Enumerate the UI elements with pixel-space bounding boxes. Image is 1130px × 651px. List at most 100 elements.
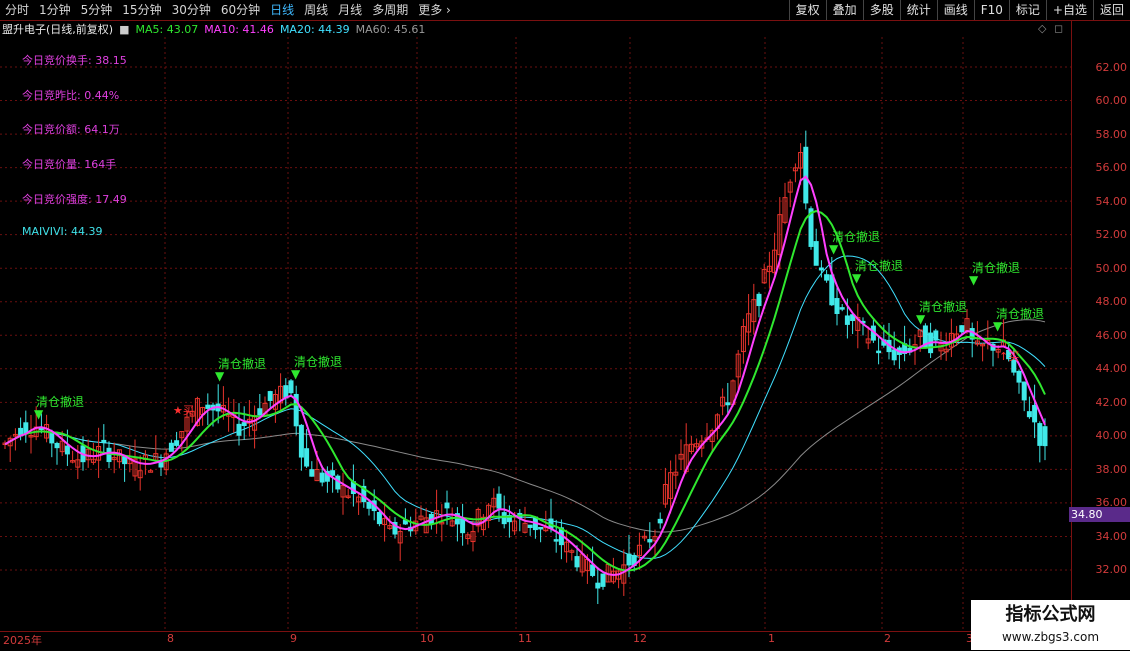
date-tick: 11 <box>518 632 532 645</box>
tab-weekly[interactable]: 周线 <box>299 0 333 20</box>
candle-body <box>574 556 580 568</box>
candle-body <box>64 445 70 455</box>
signal-clear: 清仓撤退 <box>218 355 266 372</box>
signal-clear: 清仓撤退 <box>855 257 903 274</box>
tab-multi-period[interactable]: 多周期 <box>367 0 413 20</box>
mark-button[interactable]: 标记 <box>1008 0 1046 20</box>
candle-body <box>106 447 112 463</box>
settings-diamond-icon[interactable]: ◇ <box>1038 22 1046 35</box>
price-tick: 44.00 <box>1095 362 1128 375</box>
ma-info-bar: 盟升电子(日线,前复权) ■ MA5: 43.07 MA10: 41.46 MA… <box>0 21 431 37</box>
period-tabs: 分时 1分钟 5分钟 15分钟 30分钟 60分钟 日线 周线 月线 多周期 更… <box>0 0 456 20</box>
candlestick-chart[interactable] <box>0 37 1071 631</box>
tab-30min[interactable]: 30分钟 <box>167 0 216 20</box>
ma5-value: MA5: 43.07 <box>135 22 199 36</box>
chevron-right-icon: › <box>446 3 451 17</box>
tab-60min[interactable]: 60分钟 <box>216 0 265 20</box>
signal-clear-arrow: ▼ <box>291 367 301 381</box>
candle-body <box>876 350 882 354</box>
overlay-button[interactable]: 叠加 <box>825 0 863 20</box>
tab-daily[interactable]: 日线 <box>265 0 299 20</box>
signal-clear-arrow: ▼ <box>829 242 839 256</box>
draw-line-button[interactable]: 画线 <box>936 0 974 20</box>
buy-label: 买 <box>1008 350 1020 363</box>
auction-amount: 今日竞价额: 64.1万 <box>22 123 120 136</box>
candle-body <box>496 493 502 509</box>
multi-stock-button[interactable]: 多股 <box>862 0 900 20</box>
candle-body <box>366 501 372 509</box>
candle-body <box>444 502 450 509</box>
candle-body <box>101 439 107 444</box>
candle-body <box>756 293 762 307</box>
candle-body <box>626 553 632 566</box>
candle-body <box>376 511 382 525</box>
price-tick: 42.00 <box>1095 396 1128 409</box>
ma-dropdown-icon[interactable]: ■ <box>119 23 129 36</box>
statistics-button[interactable]: 统计 <box>899 0 937 20</box>
price-tick: 58.00 <box>1095 128 1128 141</box>
toolbar: 分时 1分钟 5分钟 15分钟 30分钟 60分钟 日线 周线 月线 多周期 更… <box>0 0 1130 21</box>
candle-body <box>657 518 663 524</box>
restore-rights-button[interactable]: 复权 <box>788 0 826 20</box>
price-tick: 62.00 <box>1095 61 1128 74</box>
candle-body <box>168 442 174 452</box>
settings-square-icon[interactable]: ◻ <box>1054 22 1063 35</box>
signal-label: 清仓撤退 <box>972 261 1021 275</box>
candle-body <box>538 526 544 530</box>
candle-body <box>553 539 559 542</box>
date-tick: 8 <box>167 632 174 645</box>
tab-1min[interactable]: 1分钟 <box>34 0 76 20</box>
candle-body <box>236 423 242 436</box>
price-tick: 34.00 <box>1095 530 1128 543</box>
f10-button[interactable]: F10 <box>973 0 1009 20</box>
signal-clear: 清仓撤退 <box>972 259 1020 276</box>
candle-body <box>891 349 897 361</box>
candle-body <box>527 524 533 529</box>
tab-more[interactable]: 更多 › <box>413 0 456 20</box>
candle-body <box>174 440 180 446</box>
tab-5min[interactable]: 5分钟 <box>76 0 118 20</box>
tab-more-label: 更多 <box>418 3 443 17</box>
candle-body <box>647 539 653 543</box>
date-tick: 2025年 <box>3 634 42 647</box>
signal-clear-arrow: ▼ <box>969 273 979 287</box>
candle-body <box>283 385 289 399</box>
signal-clear: 清仓撤退 <box>996 305 1044 322</box>
candle-body <box>839 307 845 310</box>
candle-body <box>1037 423 1043 446</box>
tab-15min[interactable]: 15分钟 <box>117 0 166 20</box>
signal-clear: 清仓撤退 <box>294 353 342 370</box>
signal-clear-arrow: ▼ <box>215 369 225 383</box>
auction-strength: 今日竞价强度: 17.49 <box>22 193 127 206</box>
price-axis: 62.00 60.00 58.00 56.00 54.00 52.00 50.0… <box>1071 20 1130 631</box>
price-tick: 48.00 <box>1095 295 1128 308</box>
signal-clear: 清仓撤退 <box>832 228 880 245</box>
auction-ratio: 今日竞昨比: 0.44% <box>22 89 120 102</box>
candle-body <box>818 267 824 271</box>
signal-clear-arrow: ▼ <box>916 312 926 326</box>
candle-body <box>1021 381 1027 401</box>
signal-clear-arrow: ▼ <box>993 319 1003 333</box>
candle-body <box>725 402 731 406</box>
price-tick: 46.00 <box>1095 329 1128 342</box>
date-axis: 2025年 8 9 10 11 12 1 2 3 <box>0 631 1071 651</box>
chart-grid <box>0 37 1071 631</box>
candle-body <box>1016 370 1022 383</box>
tab-monthly[interactable]: 月线 <box>333 0 367 20</box>
candle-body <box>501 512 507 525</box>
signal-label: 清仓撤退 <box>919 300 968 314</box>
candle-body <box>590 564 596 576</box>
back-button[interactable]: 返回 <box>1092 0 1130 20</box>
signal-clear-arrow: ▼ <box>852 271 862 285</box>
candle-body <box>267 391 273 401</box>
candle-body <box>1032 404 1038 423</box>
candle-body <box>1042 426 1048 447</box>
current-price-marker: 34.80 <box>1069 507 1130 522</box>
price-tick: 50.00 <box>1095 262 1128 275</box>
tab-timeshare[interactable]: 分时 <box>0 0 34 20</box>
signal-label: 清仓撤退 <box>996 307 1045 321</box>
candle-body <box>959 325 965 333</box>
add-watchlist-button[interactable]: +自选 <box>1045 0 1093 20</box>
watermark-url: www.zbgs3.com <box>1001 630 1100 644</box>
ma60-value: MA60: 45.61 <box>355 22 426 36</box>
